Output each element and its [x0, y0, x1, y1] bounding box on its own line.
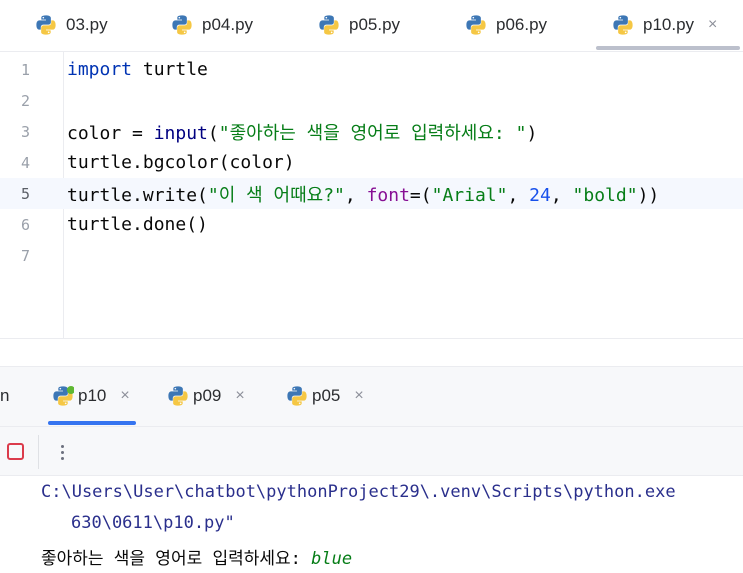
run-window-label: n — [0, 386, 10, 405]
tab-label: p05.py — [349, 15, 401, 34]
tab-p04-py[interactable]: p04.py — [171, 0, 253, 50]
code-line-current: 5 turtle.write("이 색 어때요?", font=("Arial"… — [0, 178, 743, 209]
python-icon — [612, 14, 634, 36]
code-text: import turtle — [67, 59, 208, 80]
code-line: 2 — [0, 85, 743, 116]
run-tab-p10[interactable]: p10 × — [48, 367, 136, 425]
python-icon — [286, 385, 308, 407]
code-line: 4 turtle.bgcolor(color) — [0, 147, 743, 178]
close-icon[interactable]: × — [708, 17, 717, 33]
code-text: turtle.write("이 색 어때요?", font=("Arial", … — [67, 184, 660, 206]
console-output[interactable]: C:\Users\User\chatbot\pythonProject29\.v… — [0, 476, 743, 573]
tab-label: p10.py — [643, 15, 695, 34]
tab-label: p06.py — [496, 15, 548, 34]
code-text: turtle.bgcolor(color) — [67, 152, 295, 173]
tab-p10-py[interactable]: p10.py × — [596, 0, 740, 50]
run-tab-label: p09 — [193, 386, 222, 405]
line-number: 4 — [21, 153, 31, 172]
code-text: color = input("좋아하는 색을 영어로 입력하세요: ") — [67, 122, 538, 144]
code-editor[interactable]: 1 import turtle 2 3 color = input("좋아하는 … — [0, 52, 743, 338]
run-tab-label: p05 — [312, 386, 341, 405]
line-number: 6 — [21, 215, 31, 234]
console-user-input: blue — [311, 549, 353, 569]
line-number: 7 — [21, 246, 31, 265]
code-line: 6 turtle.done() — [0, 209, 743, 240]
console-path-line: C:\Users\User\chatbot\pythonProject29\.v… — [41, 482, 676, 502]
line-number: 2 — [21, 91, 31, 110]
python-icon — [465, 14, 487, 36]
line-number: 5 — [21, 184, 31, 203]
code-line: 3 color = input("좋아하는 색을 영어로 입력하세요: ") — [0, 116, 743, 147]
code-line: 7 — [0, 240, 743, 271]
editor-footer — [0, 338, 743, 366]
console-path-line-cont: 630\0611\p10.py" — [71, 513, 235, 533]
python-run-icon — [52, 386, 74, 407]
python-icon — [35, 14, 57, 36]
stop-button[interactable] — [7, 443, 24, 460]
code-line: 1 import turtle — [0, 54, 743, 85]
python-icon — [167, 385, 189, 407]
close-icon[interactable]: × — [120, 388, 129, 404]
tab-p05-py[interactable]: p05.py — [318, 0, 400, 50]
toolbar-divider — [38, 435, 39, 469]
editor-tab-bar: 03.py p04.py p05.py p06.py p10.py × — [0, 0, 743, 52]
run-tab-p05[interactable]: p05 × — [286, 367, 364, 425]
console-prompt-line: 좋아하는 색을 영어로 입력하세요: blue — [41, 544, 352, 569]
console-prompt: 좋아하는 색을 영어로 입력하세요: — [41, 549, 312, 569]
tab-label: 03.py — [66, 15, 108, 34]
run-tab-p09[interactable]: p09 × — [167, 367, 245, 425]
close-icon[interactable]: × — [354, 388, 363, 404]
run-toolbar — [0, 426, 743, 476]
code-text: turtle.done() — [67, 214, 208, 235]
tab-label: p04.py — [202, 15, 254, 34]
more-options-icon[interactable] — [55, 437, 69, 467]
tab-03-py[interactable]: 03.py — [35, 0, 108, 50]
python-icon — [171, 14, 193, 36]
run-tab-label: p10 — [78, 386, 107, 405]
python-icon — [318, 14, 340, 36]
line-number: 1 — [21, 60, 31, 79]
run-tab-bar: n p10 × p09 × p05 × — [0, 366, 743, 426]
tab-p06-py[interactable]: p06.py — [465, 0, 547, 50]
line-number: 3 — [21, 122, 31, 141]
close-icon[interactable]: × — [235, 388, 244, 404]
